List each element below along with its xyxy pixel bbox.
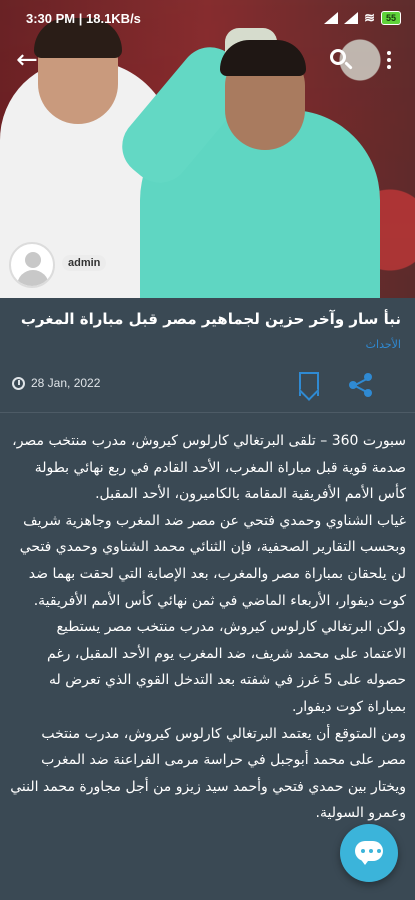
article-category[interactable]: الأحداث xyxy=(366,338,401,351)
share-icon[interactable] xyxy=(348,372,374,398)
article-body: سبورت 360 – تلقى البرتغالي كارلوس كيروش،… xyxy=(10,428,406,827)
status-bar: 3:30 PM | 18.1KB/s ≋ 55 xyxy=(0,0,415,36)
status-time: 3:30 PM | 18.1KB/s xyxy=(26,11,141,26)
chat-fab-button[interactable] xyxy=(340,824,398,882)
hero-image xyxy=(0,0,415,298)
arrow-left-icon[interactable]: ← xyxy=(16,46,46,76)
divider xyxy=(0,412,415,413)
article-date: 28 Jan, 2022 xyxy=(31,376,101,390)
search-icon[interactable] xyxy=(327,46,355,74)
more-vert-icon[interactable] xyxy=(379,46,399,74)
wifi-icon: ≋ xyxy=(364,10,375,25)
article-date-row: 28 Jan, 2022 xyxy=(12,376,100,390)
article-title: نبأ سار وآخر حزين لجماهير مصر قبل مباراة… xyxy=(20,310,401,328)
avatar[interactable] xyxy=(9,242,55,288)
signal-icon xyxy=(324,12,339,24)
status-icons: ≋ 55 xyxy=(324,10,401,26)
article-paragraph: سبورت 360 – تلقى البرتغالي كارلوس كيروش،… xyxy=(12,433,406,503)
article-paragraph: ومن المتوقع أن يعتمد البرتغالي كارلوس كي… xyxy=(10,725,406,822)
author-name[interactable]: admin xyxy=(62,255,107,271)
signal-icon-2 xyxy=(344,12,359,24)
bookmark-icon[interactable] xyxy=(299,372,319,401)
clock-icon xyxy=(12,376,25,390)
hero-player-right-hair xyxy=(220,40,306,76)
article-paragraph: ولكن البرتغالي كارلوس كيروش، مدرب منتخب … xyxy=(47,619,406,715)
battery-icon: 55 xyxy=(380,11,401,25)
article-paragraph: غياب الشناوي وحمدي فتحي عن مصر ضد المغرب… xyxy=(19,512,406,609)
